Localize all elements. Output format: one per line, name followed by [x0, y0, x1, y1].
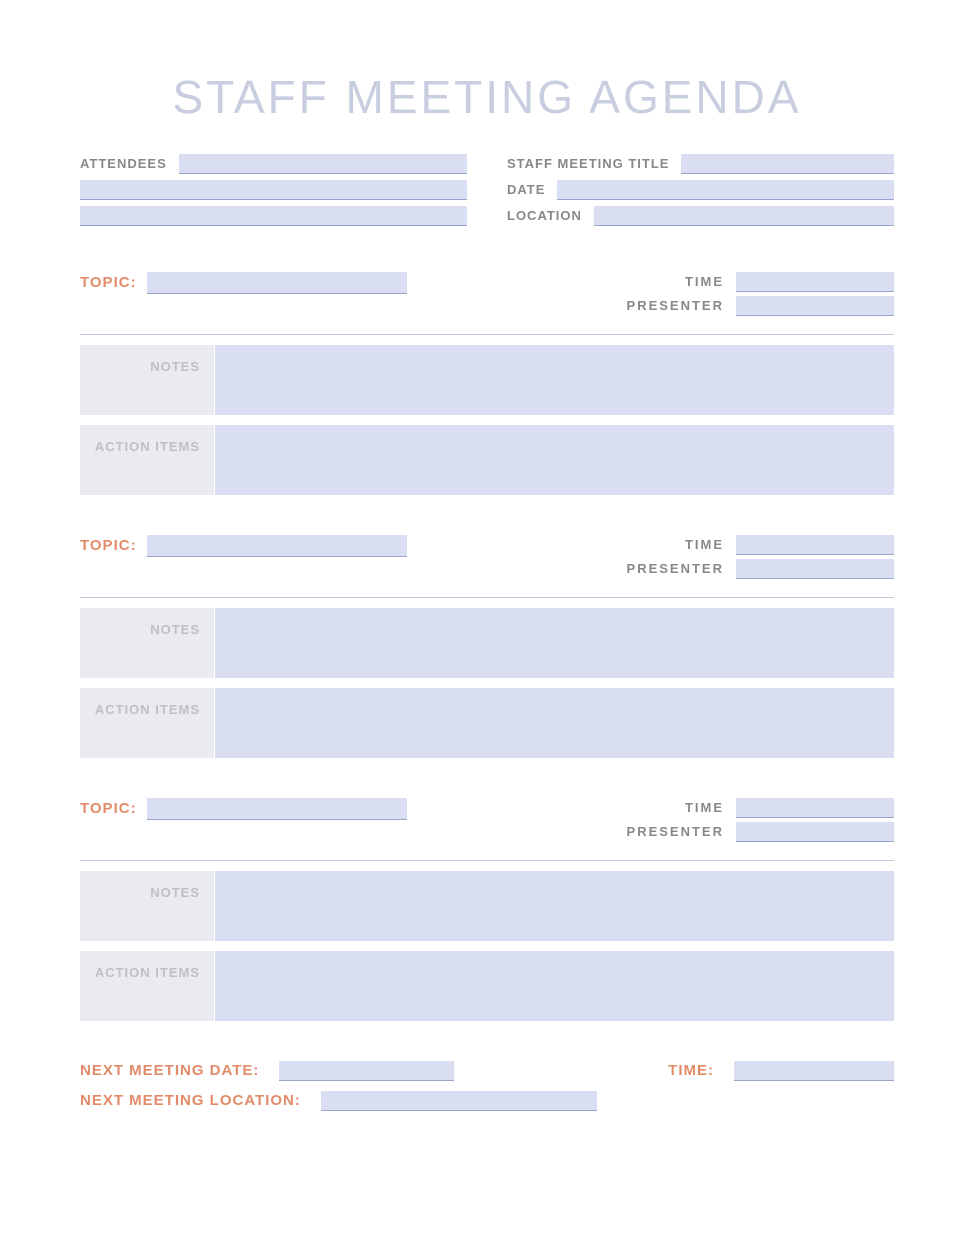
attendees-input-3[interactable] [80, 206, 467, 226]
action-items-input[interactable] [215, 425, 894, 495]
location-label: LOCATION [507, 208, 582, 226]
meeting-title-input[interactable] [681, 154, 894, 174]
presenter-input[interactable] [736, 559, 894, 579]
topic-label: TOPIC: [80, 798, 137, 817]
time-input[interactable] [736, 535, 894, 555]
notes-input[interactable] [215, 871, 894, 941]
action-items-label: ACTION ITEMS [80, 688, 215, 758]
notes-input[interactable] [215, 608, 894, 678]
topic-label: TOPIC: [80, 272, 137, 291]
next-meeting-time-input[interactable] [734, 1061, 894, 1081]
date-label: DATE [507, 182, 545, 200]
meeting-info-column: STAFF MEETING TITLE DATE LOCATION [507, 154, 894, 232]
location-input[interactable] [594, 206, 894, 226]
next-meeting-location-input[interactable] [321, 1091, 598, 1111]
next-meeting-date-label: NEXT MEETING DATE: [80, 1062, 259, 1081]
action-items-input[interactable] [215, 951, 894, 1021]
header-section: ATTENDEES STAFF MEETING TITLE DATE LOCAT… [80, 154, 894, 232]
action-items-label: ACTION ITEMS [80, 425, 215, 495]
notes-label: NOTES [80, 345, 215, 415]
topic-input[interactable] [147, 535, 407, 557]
topic-label: TOPIC: [80, 535, 137, 554]
presenter-input[interactable] [736, 296, 894, 316]
next-meeting-location-label: NEXT MEETING LOCATION: [80, 1092, 301, 1111]
page-title: STAFF MEETING AGENDA [80, 70, 894, 124]
topic-input[interactable] [147, 272, 407, 294]
time-label: TIME [574, 800, 724, 818]
time-input[interactable] [736, 798, 894, 818]
action-items-input[interactable] [215, 688, 894, 758]
attendees-input-1[interactable] [179, 154, 467, 174]
time-input[interactable] [736, 272, 894, 292]
notes-label: NOTES [80, 608, 215, 678]
presenter-label: PRESENTER [574, 824, 724, 842]
presenter-label: PRESENTER [574, 561, 724, 579]
next-meeting-time-label: TIME: [668, 1062, 714, 1081]
topic-block: TOPIC: TIME PRESENTER NOTES ACTION ITEMS [80, 272, 894, 495]
attendees-label: ATTENDEES [80, 156, 167, 174]
action-items-label: ACTION ITEMS [80, 951, 215, 1021]
presenter-label: PRESENTER [574, 298, 724, 316]
time-label: TIME [574, 537, 724, 555]
topic-block: TOPIC: TIME PRESENTER NOTES ACTION ITEMS [80, 798, 894, 1021]
time-label: TIME [574, 274, 724, 292]
attendees-input-2[interactable] [80, 180, 467, 200]
next-meeting-date-input[interactable] [279, 1061, 453, 1081]
presenter-input[interactable] [736, 822, 894, 842]
meeting-title-label: STAFF MEETING TITLE [507, 156, 669, 174]
topic-block: TOPIC: TIME PRESENTER NOTES ACTION ITEMS [80, 535, 894, 758]
topic-input[interactable] [147, 798, 407, 820]
notes-input[interactable] [215, 345, 894, 415]
attendees-column: ATTENDEES [80, 154, 467, 232]
notes-label: NOTES [80, 871, 215, 941]
footer-section: NEXT MEETING DATE: TIME: NEXT MEETING LO… [80, 1061, 894, 1111]
date-input[interactable] [557, 180, 894, 200]
